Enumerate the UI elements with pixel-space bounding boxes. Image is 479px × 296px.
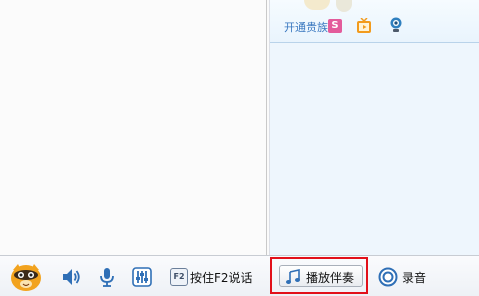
record-label[interactable]: 录音 [402,269,426,286]
decoration-shape [304,0,330,10]
push-to-talk-label: 按住F2说话 [190,271,253,285]
voice-toolbar: F2 按住F2说话 播放伴奏 录音 [0,255,479,296]
f2-key-icon: F2 [170,268,188,286]
microphone-icon[interactable] [96,266,118,288]
decoration-shape [336,0,352,12]
webcam-icon[interactable] [388,17,404,33]
vip-badge[interactable]: S [328,19,342,33]
vip-link[interactable]: 开通贵族 [284,19,328,35]
record-icon[interactable] [378,267,398,287]
equalizer-icon[interactable] [131,266,153,288]
tv-icon[interactable] [356,18,372,34]
chat-display-area[interactable] [0,0,266,255]
right-panel: 开通贵族 S [270,0,479,255]
panel-divider[interactable] [266,0,267,255]
yy-mascot-icon[interactable] [10,262,42,292]
user-info-header: 开通贵族 S [270,0,479,43]
speaker-icon[interactable] [60,266,82,288]
highlight-box [270,257,368,294]
